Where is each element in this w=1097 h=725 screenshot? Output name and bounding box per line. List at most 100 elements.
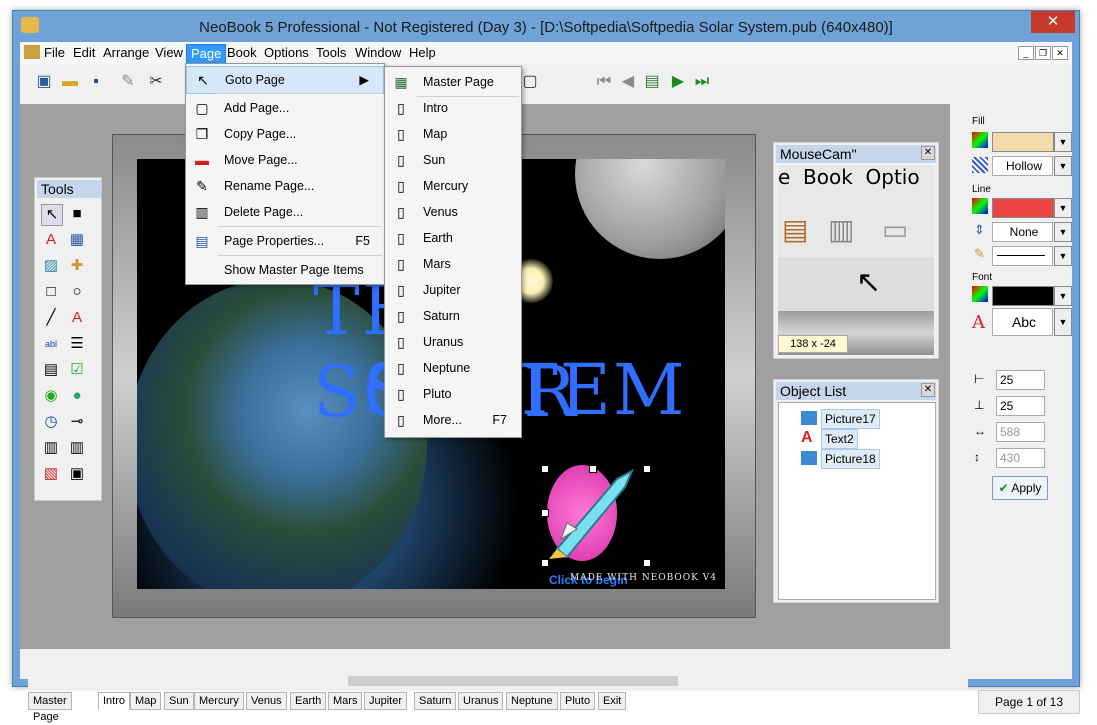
page-tab[interactable]: Mercury [194,692,244,710]
submenu-item-venus[interactable]: ▯ Venus [385,199,521,225]
cut-icon[interactable]: ✂ [146,72,166,92]
line-color-swatch[interactable] [992,198,1054,218]
page-tab[interactable]: Neptune [506,692,558,710]
menu-help[interactable]: Help [405,44,440,62]
page-tab[interactable]: Pluto [560,692,596,710]
height-field[interactable]: 430 [996,448,1045,468]
menu-goto-page[interactable]: ↖ Goto Page ▶ [186,66,384,94]
font-sample[interactable]: Abc [992,308,1053,336]
x-position-field[interactable]: 25 [996,370,1045,390]
box-tool-icon[interactable]: □ [41,282,61,302]
page-tab[interactable]: Master Page [28,692,72,723]
checkbox-tool-icon[interactable]: ☑ [67,360,87,380]
flash-tool-icon[interactable]: ▧ [41,464,61,484]
page-tab[interactable]: Venus [246,692,287,710]
width-field[interactable]: 588 [996,422,1045,442]
list-item[interactable]: Picture18 [789,449,885,469]
horizontal-scroll-thumb[interactable] [348,676,678,686]
submenu-item-intro[interactable]: ▯ Intro [385,95,521,121]
menu-page-properties[interactable]: ▤ Page Properties... F5 [186,228,384,254]
submenu-item-mercury[interactable]: ▯ Mercury [385,173,521,199]
fill-color-dropdown[interactable]: ▼ [1054,132,1072,152]
rectangle-tool-icon[interactable]: ■ [67,204,87,224]
font-tool-icon[interactable]: A [67,308,87,328]
submenu-item-pluto[interactable]: ▯ Pluto [385,381,521,407]
selection-handle[interactable] [643,559,651,567]
menu-copy-page[interactable]: ❐ Copy Page... [186,121,384,147]
submenu-item-jupiter[interactable]: ▯ Jupiter [385,277,521,303]
menu-page[interactable]: Page [186,44,227,64]
moon-image[interactable] [575,159,725,259]
font-color-swatch[interactable] [992,286,1054,306]
submenu-item-saturn[interactable]: ▯ Saturn [385,303,521,329]
y-position-field[interactable]: 25 [996,396,1045,416]
line-style-dropdown[interactable]: ▼ [1054,222,1072,242]
menu-options[interactable]: Options [260,44,313,62]
submenu-item-uranus[interactable]: ▯ Uranus [385,329,521,355]
line-width-dropdown[interactable]: ▼ [1054,246,1072,266]
open-folder-icon[interactable]: ▬ [60,72,80,92]
ellipse-tool-icon[interactable]: ○ [67,282,87,302]
first-page-icon[interactable]: ⏮ [594,72,614,92]
page-tab[interactable]: Uranus [458,692,504,710]
horizontal-scrollbar[interactable] [28,673,968,689]
mdi-minimize-button[interactable]: _ [1018,46,1034,60]
menu-window[interactable]: Window [351,44,405,62]
picture-tool-icon[interactable]: ▦ [67,230,87,250]
menu-show-master-items[interactable]: Show Master Page Items [186,257,384,283]
pointer-tool-icon[interactable]: ↖ [41,204,63,226]
selection-handle[interactable] [643,465,651,473]
submenu-item-more[interactable]: ▯ More... F7 [385,407,521,433]
new-book-icon[interactable]: ▣ [34,72,54,92]
list-item[interactable]: A Text2 [789,429,885,449]
text-tool-icon[interactable]: A [41,230,61,250]
textentry-tool-icon[interactable]: abl [41,334,61,354]
line-tool-icon[interactable]: ╱ [41,308,61,328]
timer-tool-icon[interactable]: ◷ [41,412,61,432]
apply-button[interactable]: ✔ Apply [992,476,1048,500]
page-tab[interactable]: Sun [164,692,194,710]
listbox-tool-icon[interactable]: ☰ [67,334,87,354]
slider-tool-icon[interactable]: ⊸ [67,412,87,432]
menu-rename-page[interactable]: ✎ Rename Page... [186,173,384,199]
selection-handle[interactable] [541,465,549,473]
menu-move-page[interactable]: ▬ Move Page... [186,147,384,173]
submenu-item-neptune[interactable]: ▯ Neptune [385,355,521,381]
page-tab[interactable]: Jupiter [364,692,408,710]
menu-file[interactable]: File [40,44,69,62]
font-color-dropdown[interactable]: ▼ [1054,286,1072,306]
mousecam-close-button[interactable]: ✕ [921,146,935,160]
menu-view[interactable]: View [151,44,187,62]
list-item[interactable]: Picture17 [789,409,885,429]
brush-icon[interactable]: ✎ [118,72,138,92]
film-tool-icon[interactable]: ▥ [67,438,87,458]
line-style-select[interactable]: None [992,222,1053,242]
fill-style-dropdown[interactable]: ▼ [1054,156,1072,176]
mdi-restore-button[interactable]: ❐ [1035,46,1051,60]
menu-arrange[interactable]: Arrange [99,44,153,62]
movie-tool-icon[interactable]: ▥ [41,438,61,458]
page-tab[interactable]: Earth [290,692,327,710]
last-page-icon[interactable]: ⏭ [692,72,712,92]
submenu-item-master-page[interactable]: ▦ Master Page [385,69,521,95]
submenu-item-mars[interactable]: ▯ Mars [385,251,521,277]
menu-book[interactable]: Book [223,44,261,62]
line-width-select[interactable] [992,246,1053,266]
puzzle-tool-icon[interactable]: ✚ [67,256,87,276]
submenu-item-sun[interactable]: ▯ Sun [385,147,521,173]
fill-style-select[interactable]: Hollow [992,156,1053,176]
view-icon[interactable]: ▢ [520,72,540,92]
fill-color-swatch[interactable] [992,132,1054,152]
menu-edit[interactable]: Edit [69,44,99,62]
close-button[interactable]: ✕ [1031,11,1075,33]
selection-handle[interactable] [589,465,597,473]
page-tab[interactable]: Map [130,692,162,710]
page-tab[interactable]: Intro [98,692,131,710]
browser-tool-icon[interactable]: ▣ [67,464,87,484]
save-icon[interactable]: ▪ [86,72,106,92]
globe-tool-icon[interactable]: ● [67,386,87,406]
menu-delete-page[interactable]: ▥ Delete Page... [186,199,384,225]
submenu-item-earth[interactable]: ▯ Earth [385,225,521,251]
scroll-tool-icon[interactable]: ▤ [41,360,61,380]
next-page-icon[interactable]: ▶ [668,72,688,92]
